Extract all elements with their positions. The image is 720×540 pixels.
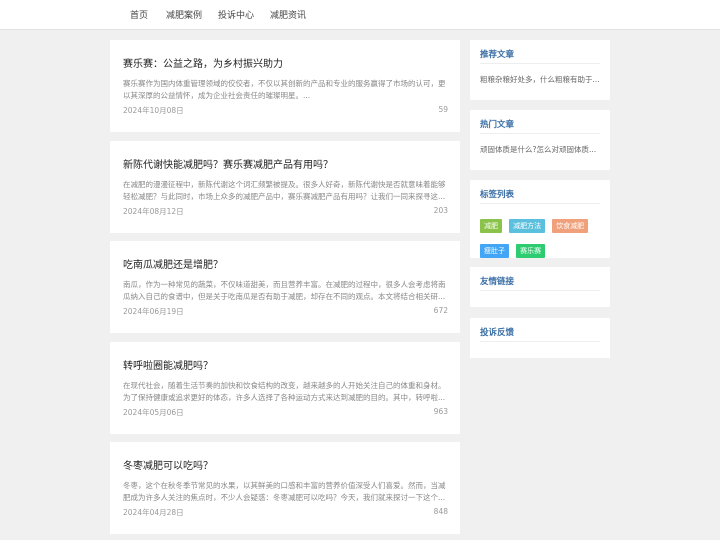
article-view-count: 203 [433,206,448,215]
widget-divider [480,203,600,204]
widget-divider [480,133,600,134]
article-date: 2024年10月08日 [123,106,184,115]
widget-title: 标签列表 [480,190,515,200]
article-excerpt: 赛乐赛作为国内体重管理领域的佼佼者，不仅以其创新的产品和专业的服务赢得了市场的认… [123,79,446,100]
article-date: 2024年04月28日 [123,508,184,517]
article-title[interactable]: 赛乐赛：公益之路，为乡村振兴助力 [123,55,283,70]
recommended-article-link[interactable]: 粗粮杂粮好处多，什么粗粮有助于... [480,74,604,85]
widget-title: 友情链接 [480,277,515,287]
article-title[interactable]: 新陈代谢快能减肥吗？赛乐赛减肥产品有用吗？ [123,156,333,171]
article-date: 2024年08月12日 [123,207,184,216]
tag-sailesai[interactable]: 赛乐赛 [516,244,546,258]
recommended-articles-widget: 推荐文章 粗粮杂粮好处多，什么粗粮有助于... [470,40,610,100]
hot-articles-widget: 热门文章 顽固体质是什么?怎么对顽固体质... [470,110,610,170]
tag-weight-loss[interactable]: 减肥 [480,219,502,233]
tag-diet-weight-loss[interactable]: 饮食减肥 [552,219,589,233]
article-excerpt: 在减肥的漫漫征程中，新陈代谢这个词汇频繁被提及。很多人好奇，新陈代谢快是否就意味… [123,180,446,201]
article-date: 2024年06月19日 [123,307,184,316]
tag-list-widget: 标签列表 减肥 减肥方法 饮食减肥 瘦肚子 赛乐赛 [470,180,610,258]
widget-title: 推荐文章 [480,50,515,60]
article-view-count: 963 [433,407,448,416]
article-view-count: 59 [438,105,448,114]
article-card: 转呼啦圈能减肥吗？ 在现代社会，随着生活节奏的加快和饮食结构的改变，越来越多的人… [110,342,460,434]
widget-divider [480,290,600,291]
friendly-links-widget: 友情链接 [470,267,610,307]
nav-item-news[interactable]: 减肥资讯 [270,8,306,21]
tag-list: 减肥 减肥方法 饮食减肥 瘦肚子 赛乐赛 [480,213,605,263]
widget-title: 投诉反馈 [480,328,515,338]
nav-item-cases[interactable]: 减肥案例 [166,8,202,21]
top-navigation-bar: 首页 减肥案例 投诉中心 减肥资讯 [0,0,720,30]
article-title[interactable]: 吃南瓜减肥还是增肥？ [123,256,223,271]
article-card: 赛乐赛：公益之路，为乡村振兴助力 赛乐赛作为国内体重管理领域的佼佼者，不仅以其创… [110,40,460,132]
article-excerpt: 冬枣，这个在秋冬季节常见的水果，以其鲜美的口感和丰富的营养价值深受人们喜爱。然而… [123,481,446,502]
article-excerpt: 南瓜，作为一种常见的蔬菜，不仅味道甜美，而且营养丰富。在减肥的过程中，很多人会考… [123,280,446,301]
widget-divider [480,63,600,64]
article-view-count: 672 [433,306,448,315]
widget-title: 热门文章 [480,120,515,130]
article-title[interactable]: 冬枣减肥可以吃吗？ [123,457,213,472]
article-card: 冬枣减肥可以吃吗？ 冬枣，这个在秋冬季节常见的水果，以其鲜美的口感和丰富的营养价… [110,442,460,534]
article-title[interactable]: 转呼啦圈能减肥吗？ [123,357,213,372]
hot-article-link[interactable]: 顽固体质是什么?怎么对顽固体质... [480,144,604,155]
nav-item-complaints[interactable]: 投诉中心 [218,8,254,21]
article-card: 新陈代谢快能减肥吗？赛乐赛减肥产品有用吗？ 在减肥的漫漫征程中，新陈代谢这个词汇… [110,141,460,233]
article-card: 吃南瓜减肥还是增肥？ 南瓜，作为一种常见的蔬菜，不仅味道甜美，而且营养丰富。在减… [110,241,460,333]
tag-slim-belly[interactable]: 瘦肚子 [480,244,509,258]
tag-weight-loss-methods[interactable]: 减肥方法 [509,219,546,233]
article-view-count: 848 [433,507,448,516]
widget-divider [480,341,600,342]
complaint-feedback-widget: 投诉反馈 [470,318,610,358]
article-date: 2024年05月06日 [123,408,184,417]
article-excerpt: 在现代社会，随着生活节奏的加快和饮食结构的改变，越来越多的人开始关注自己的体重和… [123,381,446,402]
nav-item-home[interactable]: 首页 [130,8,148,21]
